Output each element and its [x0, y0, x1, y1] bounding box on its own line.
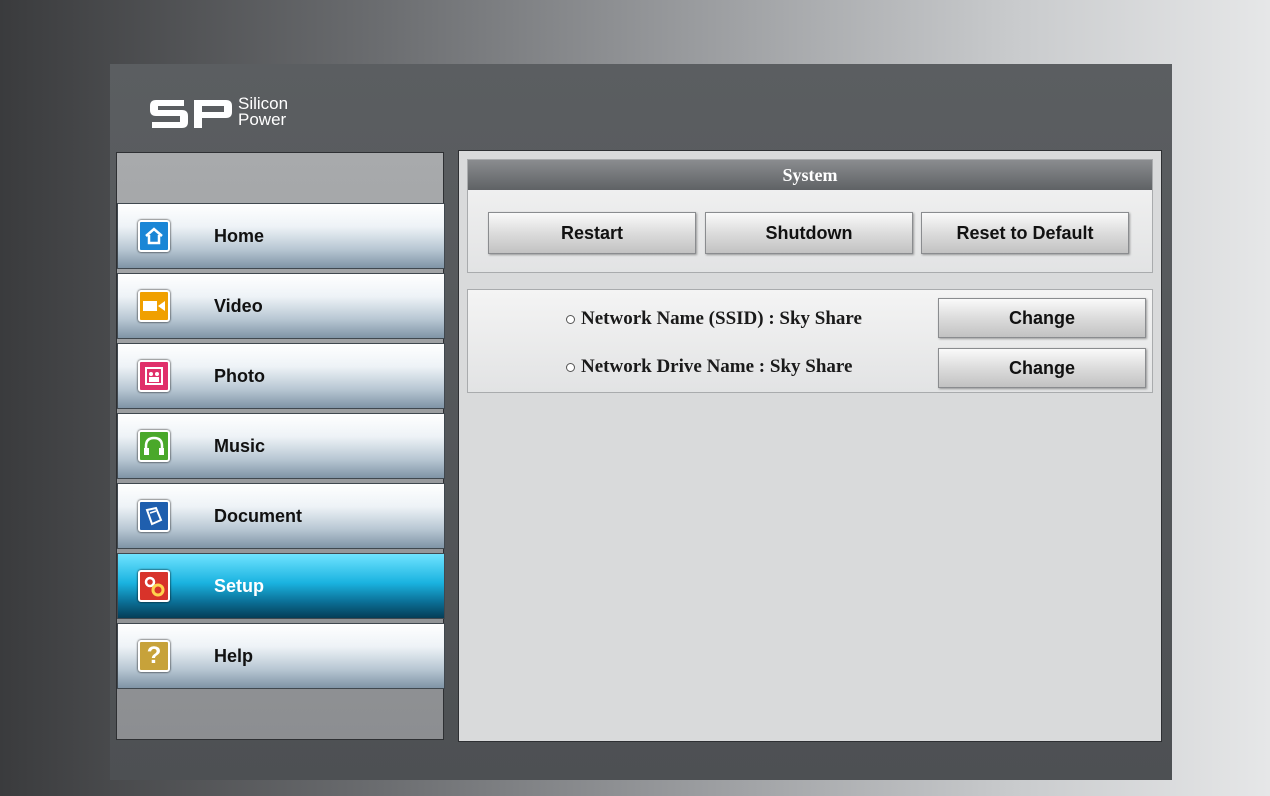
sidebar-item-setup[interactable]: Setup: [117, 553, 445, 619]
sidebar-item-label: Music: [214, 435, 266, 456]
change-ssid-button[interactable]: Change: [938, 298, 1146, 338]
video-icon: [138, 290, 170, 322]
sidebar-item-label: Home: [214, 225, 265, 246]
system-panel-title: System: [468, 160, 1152, 190]
sidebar-item-label: Setup: [214, 575, 265, 596]
ssid-label: Network Name (SSID) : Sky Share: [581, 308, 862, 329]
sidebar-item-home[interactable]: Home: [117, 203, 445, 269]
bullet-icon: [566, 314, 575, 324]
app-window: Silicon Power Home Video Photo Music Doc…: [110, 64, 1172, 780]
sidebar-item-label: Help: [214, 645, 254, 666]
help-icon: ?: [138, 640, 170, 672]
brand-name: Silicon Power: [238, 95, 288, 129]
sidebar-item-music[interactable]: Music: [117, 413, 445, 479]
sidebar-item-label: Video: [214, 295, 263, 316]
sidebar-item-help[interactable]: ? Help: [117, 623, 445, 689]
system-panel: System Restart Shutdown Reset to Default: [467, 159, 1153, 273]
sp-logo-icon: [150, 100, 232, 128]
silicon-power-logo: Silicon Power: [148, 88, 288, 136]
settings-main: System Restart Shutdown Reset to Default…: [458, 150, 1162, 742]
gear-icon: [138, 570, 170, 602]
sidebar-item-video[interactable]: Video: [117, 273, 445, 339]
sidebar-item-photo[interactable]: Photo: [117, 343, 445, 409]
question-mark-glyph: ?: [146, 642, 162, 669]
home-icon: [138, 220, 170, 252]
sidebar: Home Video Photo Music Document Setup ? …: [116, 152, 445, 740]
bullet-icon: [566, 362, 575, 372]
document-icon: [138, 500, 170, 532]
reset-to-default-button[interactable]: Reset to Default: [921, 212, 1129, 254]
restart-button[interactable]: Restart: [488, 212, 696, 254]
drive-name-row: Network Drive Name : Sky Share: [566, 352, 852, 382]
brand-name-line2: Power: [238, 110, 287, 129]
music-icon: [138, 430, 170, 462]
ssid-row: Network Name (SSID) : Sky Share: [566, 304, 862, 334]
sidebar-item-label: Document: [214, 505, 303, 526]
shutdown-button[interactable]: Shutdown: [705, 212, 913, 254]
drive-name-label: Network Drive Name : Sky Share: [581, 356, 853, 377]
change-drive-name-button[interactable]: Change: [938, 348, 1146, 388]
photo-icon: [138, 360, 170, 392]
network-names-panel: Network Name (SSID) : Sky Share Change N…: [467, 289, 1153, 393]
sidebar-item-label: Photo: [214, 365, 265, 386]
sidebar-item-document[interactable]: Document: [117, 483, 445, 549]
